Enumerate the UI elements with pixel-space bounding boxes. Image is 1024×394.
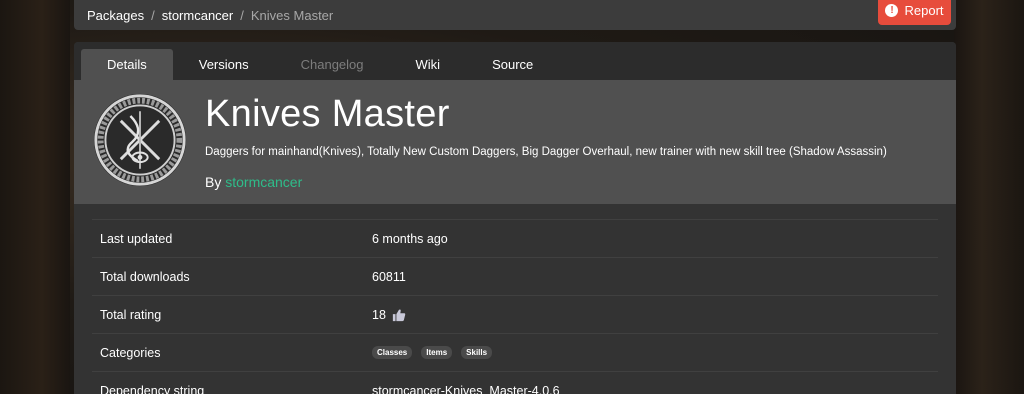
detail-row-dependency-string: Dependency string stormcancer-Knives_Mas… xyxy=(92,371,938,394)
detail-value: 60811 xyxy=(372,269,406,284)
exclamation-circle-icon: ! xyxy=(885,4,899,17)
breadcrumb-packages[interactable]: Packages xyxy=(87,8,144,23)
breadcrumb-separator: / xyxy=(240,7,244,23)
tab-details[interactable]: Details xyxy=(81,49,173,80)
detail-label: Last updated xyxy=(100,231,173,246)
tab-versions[interactable]: Versions xyxy=(173,49,275,80)
package-author-line: By stormcancer xyxy=(205,174,302,190)
detail-row-last-updated: Last updated 6 months ago xyxy=(92,219,938,257)
detail-value[interactable]: stormcancer-Knives_Master-4.0.6 xyxy=(372,384,560,394)
report-button[interactable]: ! Report xyxy=(878,0,951,25)
details-table: Last updated 6 months ago Total download… xyxy=(74,204,956,394)
detail-row-total-downloads: Total downloads 60811 xyxy=(92,257,938,295)
package-description: Daggers for mainhand(Knives), Totally Ne… xyxy=(205,146,887,158)
rating-count: 18 xyxy=(372,307,386,322)
rune-circle-emblem-icon xyxy=(93,93,187,187)
thumbs-up-icon[interactable] xyxy=(392,308,406,322)
package-card: Details Versions Changelog Wiki Source K… xyxy=(74,42,956,394)
report-button-label: Report xyxy=(904,3,944,18)
tab-bar: Details Versions Changelog Wiki Source xyxy=(74,42,956,80)
detail-label: Dependency string xyxy=(100,383,205,394)
category-tag-skills[interactable]: Skills xyxy=(461,346,493,359)
detail-row-categories: Categories Classes Items Skills xyxy=(92,333,938,371)
tab-changelog: Changelog xyxy=(300,57,364,72)
detail-row-total-rating: Total rating 18 xyxy=(92,295,938,333)
breadcrumb-current: Knives Master xyxy=(250,7,334,23)
detail-label: Total rating xyxy=(100,307,162,322)
by-label: By xyxy=(205,174,222,190)
detail-value: 6 months ago xyxy=(372,231,448,246)
category-tag-items[interactable]: Items xyxy=(421,346,453,359)
detail-value-rating: 18 xyxy=(372,308,406,322)
author-link[interactable]: stormcancer xyxy=(225,174,302,190)
detail-label: Total downloads xyxy=(100,269,190,284)
category-tags: Classes Items Skills xyxy=(372,346,495,359)
package-header: Knives Master Daggers for mainhand(Knive… xyxy=(74,80,956,204)
breadcrumb-separator: / xyxy=(151,7,155,23)
background-right xyxy=(954,0,1024,394)
category-tag-classes[interactable]: Classes xyxy=(372,346,413,359)
detail-label: Categories xyxy=(100,345,161,360)
tab-source[interactable]: Source xyxy=(466,49,559,80)
background-left xyxy=(0,0,70,394)
package-title: Knives Master xyxy=(205,93,450,135)
breadcrumb-author[interactable]: stormcancer xyxy=(162,8,234,23)
breadcrumb: Packages / stormcancer / Knives Master !… xyxy=(74,0,956,30)
tab-wiki[interactable]: Wiki xyxy=(390,49,467,80)
